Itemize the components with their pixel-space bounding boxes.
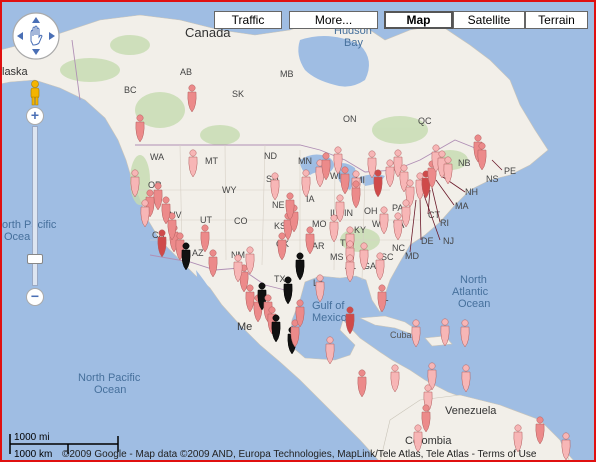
marker-pin[interactable] (345, 254, 355, 283)
marker-pin[interactable] (270, 172, 280, 201)
map-type-terrain-button[interactable]: Terrain (525, 11, 588, 29)
marker-pin[interactable] (157, 229, 167, 258)
marker-pin[interactable] (513, 424, 523, 453)
marker-pin[interactable] (245, 246, 255, 275)
marker-pin[interactable] (187, 84, 197, 113)
traffic-button[interactable]: Traffic (214, 11, 282, 29)
street-view-pegman-icon[interactable] (27, 80, 43, 106)
marker-pin[interactable] (271, 314, 281, 343)
marker-pin[interactable] (535, 416, 545, 445)
zoom-in-button[interactable]: + (26, 107, 44, 125)
marker-pin[interactable] (443, 156, 453, 185)
more-button[interactable]: More... (289, 11, 378, 29)
marker-pin[interactable] (377, 284, 387, 313)
marker-pin[interactable] (301, 169, 311, 198)
marker-pin[interactable] (379, 206, 389, 235)
marker-pin[interactable] (477, 142, 487, 171)
marker-pin[interactable] (401, 199, 411, 228)
map-type-map-button[interactable]: Map (384, 11, 453, 29)
marker-pin[interactable] (390, 364, 400, 393)
marker-pin[interactable] (140, 199, 150, 228)
marker-pin[interactable] (181, 242, 191, 271)
marker-pin[interactable] (333, 146, 343, 175)
map-type-satellite-button[interactable]: Satellite (453, 11, 525, 29)
marker-pin[interactable] (421, 404, 431, 433)
marker-pin[interactable] (413, 424, 423, 453)
marker-pin[interactable] (359, 242, 369, 271)
map-canvas[interactable]: Canada Hudson Bay laska orth Pacific Oce… (0, 0, 596, 462)
marker-pin[interactable] (277, 232, 287, 261)
zoom-out-button[interactable]: − (26, 288, 44, 306)
marker-pin[interactable] (357, 369, 367, 398)
marker-pin[interactable] (393, 212, 403, 241)
marker-pin[interactable] (329, 214, 339, 243)
marker-pin[interactable] (295, 252, 305, 281)
marker-pin[interactable] (153, 182, 163, 211)
marker-layer[interactable] (0, 0, 596, 462)
marker-pin[interactable] (208, 249, 218, 278)
marker-pin[interactable] (135, 114, 145, 143)
scale-miles-label: 1000 mi (14, 432, 50, 443)
map-copyright: ©2009 Google - Map data ©2009 AND, Europ… (62, 449, 537, 460)
marker-pin[interactable] (283, 276, 293, 305)
marker-pin[interactable] (325, 336, 335, 365)
zoom-slider-thumb[interactable] (27, 254, 43, 264)
marker-pin[interactable] (200, 224, 210, 253)
marker-pin[interactable] (245, 284, 255, 313)
marker-pin[interactable] (188, 149, 198, 178)
marker-pin[interactable] (461, 364, 471, 393)
marker-pin[interactable] (305, 226, 315, 255)
pan-control[interactable] (11, 11, 61, 61)
marker-pin[interactable] (440, 318, 450, 347)
marker-pin[interactable] (411, 319, 421, 348)
scale-km-label: 1000 km (14, 449, 53, 460)
marker-pin[interactable] (315, 274, 325, 303)
marker-pin[interactable] (373, 169, 383, 198)
marker-pin[interactable] (385, 159, 395, 188)
marker-pin[interactable] (460, 319, 470, 348)
marker-pin[interactable] (130, 169, 140, 198)
marker-pin[interactable] (375, 252, 385, 281)
marker-pin[interactable] (351, 180, 361, 209)
marker-pin[interactable] (340, 166, 350, 195)
marker-pin[interactable] (345, 306, 355, 335)
